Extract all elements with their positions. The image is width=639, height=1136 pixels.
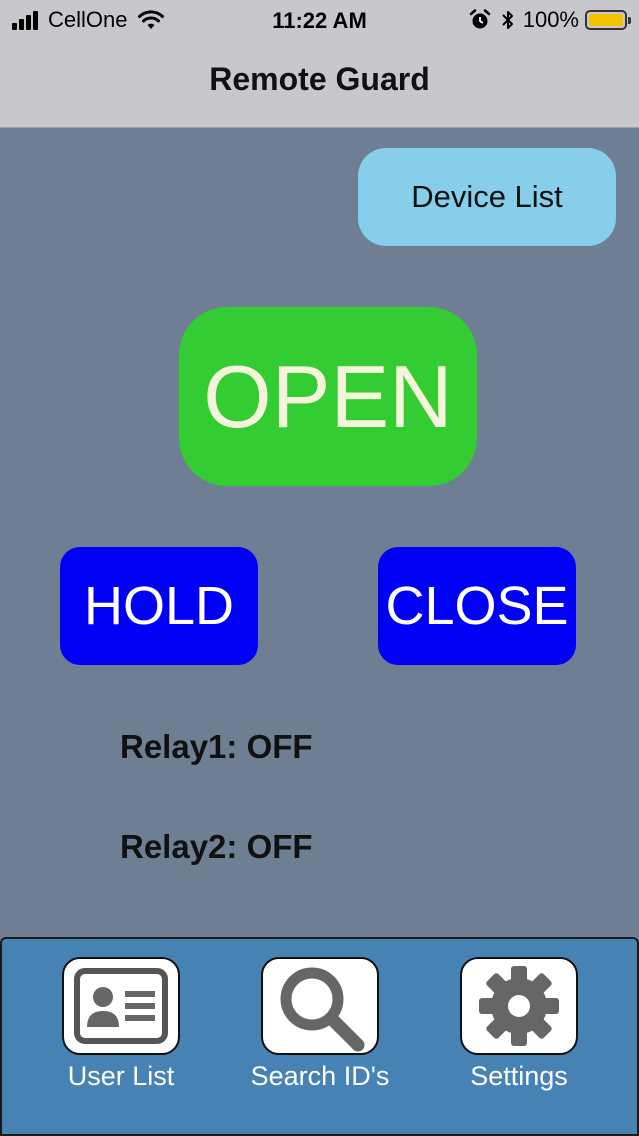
page-title: Remote Guard	[209, 61, 430, 97]
tab-icon-box[interactable]	[62, 957, 180, 1055]
contact-card-icon	[74, 968, 168, 1044]
tab-label-user-list: User List	[67, 1061, 175, 1091]
tab-bar: User List Search ID's Settings	[0, 937, 639, 1136]
tab-label-settings: Settings	[470, 1061, 568, 1091]
battery-icon	[585, 10, 631, 30]
battery-fill	[589, 14, 623, 26]
status-right: 100%	[469, 7, 631, 32]
alarm-icon	[469, 9, 490, 29]
search-icon	[280, 967, 365, 1052]
tab-user-list[interactable]: User List	[41, 957, 201, 1092]
tab-search-ids[interactable]: Search ID's	[240, 957, 400, 1092]
nav-bar: Remote Guard	[0, 40, 639, 128]
close-button[interactable]: CLOSE	[378, 547, 576, 665]
hold-button[interactable]: HOLD	[60, 547, 258, 665]
open-button[interactable]: OPEN	[179, 307, 477, 486]
tab-icon-box[interactable]	[261, 957, 379, 1055]
status-bar: CellOne 11:22 AM 100%	[0, 0, 639, 40]
relay2-status: Relay2: OFF	[120, 828, 313, 865]
bluetooth-icon	[502, 11, 513, 29]
gear-icon	[479, 966, 559, 1046]
tab-icon-box[interactable]	[460, 957, 578, 1055]
relay1-status: Relay1: OFF	[120, 728, 313, 765]
tab-settings[interactable]: Settings	[439, 957, 599, 1092]
tab-label-search-ids: Search ID's	[250, 1061, 390, 1091]
battery-percent: 100%	[522, 7, 579, 32]
device-list-button[interactable]: Device List	[358, 148, 616, 246]
